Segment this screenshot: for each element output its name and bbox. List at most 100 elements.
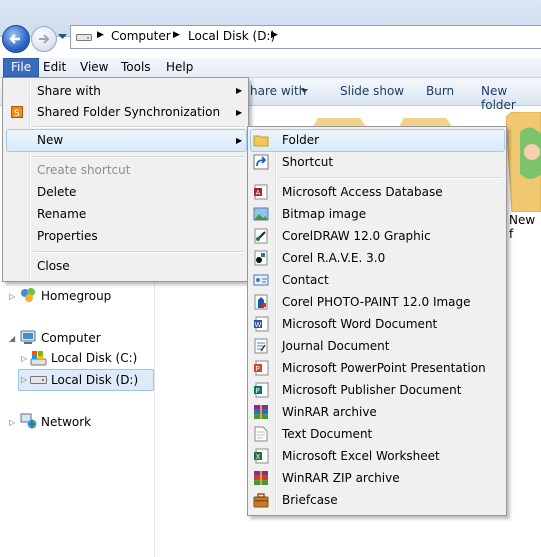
menu-separator [33, 126, 244, 128]
svg-text:P: P [256, 365, 260, 373]
breadcrumb-computer[interactable]: Computer [111, 29, 171, 43]
shortcut-icon [253, 154, 269, 170]
nav-network[interactable]: Network [41, 415, 91, 429]
file-menu-new[interactable]: New [37, 133, 63, 147]
menu-edit[interactable]: Edit [36, 58, 73, 77]
homegroup-icon [21, 288, 35, 302]
breadcrumb-local-disk-d[interactable]: Local Disk (D:) [188, 29, 275, 43]
word-icon: W [254, 316, 269, 332]
forward-button[interactable] [31, 26, 57, 52]
recent-pages-dropdown-icon[interactable] [58, 34, 67, 40]
slide-show-button[interactable]: Slide show [340, 84, 404, 98]
system-drive-icon [30, 351, 47, 366]
new-menu-item[interactable]: Text Document [282, 427, 372, 441]
new-menu-item[interactable]: Microsoft Publisher Document [282, 383, 462, 397]
new-menu-item[interactable]: Microsoft Word Document [282, 317, 437, 331]
folder-label[interactable]: New f [509, 213, 541, 241]
share-with-button[interactable]: hare with [250, 84, 306, 98]
menu-separator [33, 156, 244, 158]
folder-icon[interactable] [506, 112, 541, 212]
collapse-arrow-icon[interactable]: ◢ [9, 334, 15, 343]
menu-file[interactable]: File [3, 58, 40, 77]
svg-text:W: W [255, 321, 262, 329]
contact-icon [253, 274, 269, 286]
breadcrumb-arrow-icon[interactable]: ▶ [97, 30, 104, 40]
submenu-arrow-icon: ▶ [236, 108, 243, 117]
back-arrow-icon [9, 34, 20, 44]
menu-help[interactable]: Help [159, 58, 200, 77]
drive-icon [76, 34, 92, 41]
folder-icon [253, 135, 269, 147]
address-bar[interactable]: ▶ Computer ▶ Local Disk (D:) ▶ [70, 25, 541, 49]
bitmap-icon [253, 207, 269, 221]
nav-local-disk-d[interactable]: Local Disk (D:) [51, 373, 138, 387]
new-menu-item[interactable]: WinRAR archive [282, 405, 377, 419]
svg-text:A: A [256, 189, 261, 197]
svg-text:X: X [256, 453, 261, 461]
breadcrumb-arrow-icon[interactable]: ▶ [173, 30, 180, 40]
file-menu-properties[interactable]: Properties [37, 229, 98, 243]
chevron-down-icon [301, 89, 308, 93]
corel-rave-icon [254, 250, 268, 266]
forward-arrow-icon [39, 34, 50, 44]
submenu-arrow-icon: ▶ [236, 86, 243, 95]
expand-arrow-icon[interactable]: ▷ [9, 418, 15, 427]
publisher-icon: P [254, 382, 269, 398]
new-submenu: Folder Shortcut A Microsoft Access Datab… [247, 126, 507, 516]
menu-bar: File Edit View Tools Help [0, 58, 541, 78]
file-menu: Share with ▶ S Shared Folder Synchroniza… [2, 77, 249, 282]
menu-tools[interactable]: Tools [114, 58, 158, 77]
new-menu-item[interactable]: WinRAR ZIP archive [282, 471, 400, 485]
nav-computer[interactable]: Computer [41, 331, 101, 345]
new-menu-item[interactable]: Corel R.A.V.E. 3.0 [282, 251, 385, 265]
drive-icon [30, 376, 47, 384]
new-menu-item[interactable]: Folder [282, 133, 319, 147]
svg-text:P: P [256, 387, 260, 395]
menu-separator [33, 251, 244, 253]
expand-arrow-icon[interactable]: ▷ [9, 292, 15, 301]
new-menu-item[interactable]: Journal Document [282, 339, 389, 353]
access-icon: A [254, 184, 268, 200]
back-button[interactable] [2, 25, 30, 53]
new-menu-item[interactable]: Bitmap image [282, 207, 366, 221]
expand-arrow-icon[interactable]: ▷ [21, 375, 27, 384]
photopaint-icon [254, 294, 268, 310]
file-menu-rename[interactable]: Rename [37, 207, 86, 221]
menu-view[interactable]: View [73, 58, 115, 77]
new-folder-button[interactable]: New folder [481, 84, 541, 112]
nav-local-disk-c[interactable]: Local Disk (C:) [51, 351, 137, 365]
breadcrumb-arrow-icon[interactable]: ▶ [271, 30, 278, 40]
burn-button[interactable]: Burn [426, 84, 454, 98]
excel-icon: X [254, 448, 269, 464]
file-menu-create-shortcut: Create shortcut [37, 163, 131, 177]
new-menu-item[interactable]: Briefcase [282, 493, 338, 507]
winrar-icon [254, 405, 268, 419]
file-menu-delete[interactable]: Delete [37, 185, 76, 199]
new-menu-item[interactable]: Microsoft PowerPoint Presentation [282, 361, 486, 375]
briefcase-icon [253, 493, 269, 508]
new-menu-item[interactable]: CorelDRAW 12.0 Graphic [282, 229, 431, 243]
nav-homegroup[interactable]: Homegroup [41, 289, 111, 303]
new-menu-item[interactable]: Microsoft Access Database [282, 185, 443, 199]
powerpoint-icon: P [254, 360, 269, 376]
expand-arrow-icon[interactable]: ▷ [21, 354, 27, 363]
menu-separator [279, 177, 502, 179]
menu-gutter [275, 127, 277, 515]
new-menu-item[interactable]: Corel PHOTO-PAINT 12.0 Image [282, 295, 471, 309]
coreldraw-icon [254, 228, 268, 244]
sync-icon: S [11, 106, 23, 118]
new-menu-item[interactable]: Contact [282, 273, 329, 287]
journal-icon [254, 338, 268, 354]
menu-gutter [29, 78, 31, 281]
computer-icon [20, 330, 36, 344]
new-menu-item[interactable]: Microsoft Excel Worksheet [282, 449, 440, 463]
text-document-icon [254, 426, 268, 442]
file-menu-shared-folder-sync[interactable]: Shared Folder Synchronization [37, 105, 220, 119]
svg-text:S: S [14, 109, 20, 118]
submenu-arrow-icon: ▶ [236, 136, 243, 145]
file-menu-close[interactable]: Close [37, 259, 70, 273]
winrar-zip-icon [254, 471, 268, 485]
new-menu-item[interactable]: Shortcut [282, 155, 333, 169]
file-menu-share-with[interactable]: Share with [37, 84, 101, 98]
network-icon [20, 413, 37, 429]
